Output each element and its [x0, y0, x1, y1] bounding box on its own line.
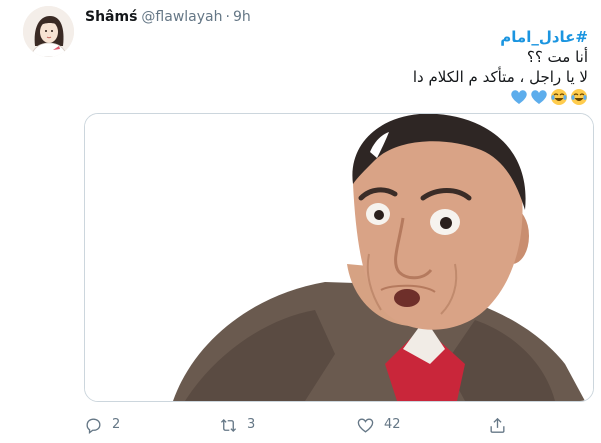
blue-heart-icon	[511, 90, 527, 104]
tweet-line-2: لا يا راجل ، متأكد م الكلام دا	[412, 68, 588, 86]
share-button[interactable]	[488, 414, 507, 436]
tweet-media-image[interactable]	[84, 113, 594, 402]
timestamp[interactable]: 9h	[233, 9, 251, 25]
avatar[interactable]	[23, 6, 74, 57]
reply-count: 2	[112, 417, 121, 432]
like-count: 42	[384, 417, 401, 432]
heart-icon	[357, 417, 374, 433]
retweet-icon	[220, 418, 237, 432]
tweet-text: #عادل_امام أنا مت ؟؟ لا يا راجل ، متأكد …	[108, 27, 588, 107]
share-icon	[490, 417, 505, 433]
retweet-button[interactable]: 3	[219, 414, 255, 436]
separator-dot: ·	[225, 9, 230, 25]
joy-emoji-icon	[551, 89, 567, 105]
blue-heart-icon	[531, 90, 547, 104]
tweet-line-1: أنا مت ؟؟	[526, 48, 588, 66]
user-handle[interactable]: @flawlayah	[141, 9, 222, 25]
like-button[interactable]: 42	[356, 414, 401, 436]
tweet-actions: 2 3 42	[84, 414, 594, 436]
tweet[interactable]: Shâmś @flawlayah · 9h #عادل_امام أنا مت ؟؟ …	[0, 0, 601, 443]
display-name[interactable]: Shâmś	[85, 9, 137, 25]
tweet-header: Shâmś @flawlayah · 9h	[85, 8, 251, 26]
emoji-row	[108, 87, 588, 107]
hashtag-link[interactable]: #عادل_امام	[108, 27, 588, 47]
joy-emoji-icon	[571, 89, 587, 105]
meme-photo	[85, 114, 593, 401]
avatar-illustration	[23, 6, 74, 57]
reply-icon	[86, 417, 101, 434]
retweet-count: 3	[247, 417, 256, 432]
reply-button[interactable]: 2	[84, 414, 120, 436]
